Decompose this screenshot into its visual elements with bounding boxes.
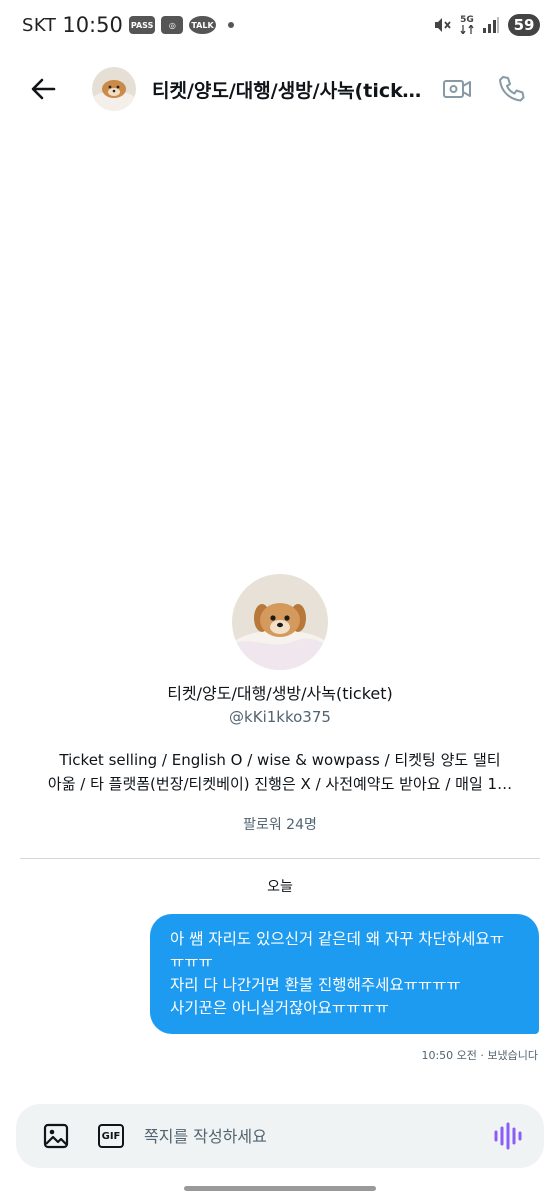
- network-icon: 5G: [460, 16, 474, 34]
- date-separator: 오늘: [267, 879, 293, 895]
- message-line: 사기꾼은 아니실거잖아요ㅠㅠㅠㅠ: [170, 999, 389, 1017]
- profile-avatar[interactable]: [232, 574, 328, 670]
- voice-message-button[interactable]: [492, 1121, 526, 1151]
- message-input[interactable]: [144, 1120, 474, 1152]
- profile-bio: Ticket selling / English O / wise & wowp…: [30, 748, 530, 796]
- header-avatar[interactable]: [92, 67, 136, 111]
- message-line: ㅠㅠㅠ: [170, 953, 213, 971]
- arrow-left-icon: [31, 78, 56, 100]
- carrier-label: SKT: [22, 14, 57, 36]
- phone-icon: [499, 76, 525, 102]
- notification-dot-icon: [227, 22, 234, 28]
- profile-name: 티켓/양도/대행/생방/사녹(ticket): [167, 684, 393, 703]
- add-image-button[interactable]: [42, 1122, 70, 1150]
- message-line: 아 쌤 자리도 있으신거 같은데 왜 자꾸 차단하세요ㅠ: [170, 930, 504, 948]
- conversation-title[interactable]: 티켓/양도/대행/생방/사녹(ticket): [152, 76, 430, 103]
- message-timestamp: 10:50 오전 · 보냈습니다: [421, 1049, 538, 1062]
- home-indicator[interactable]: [184, 1186, 376, 1191]
- status-time: 10:50: [62, 13, 123, 37]
- status-bar: SKT 10:50 PASS ◎ TALK 5G 59: [0, 0, 560, 50]
- status-left: SKT 10:50 PASS ◎ TALK: [22, 13, 234, 37]
- followers-count[interactable]: 팔로워 24명: [0, 814, 560, 834]
- status-right: 5G 59: [432, 14, 540, 36]
- profile-handle: @kKi1kko375: [229, 708, 331, 726]
- conversation-header: 티켓/양도/대행/생방/사녹(ticket): [0, 58, 560, 120]
- sent-message-bubble[interactable]: 아 쌤 자리도 있으신거 같은데 왜 자꾸 차단하세요ㅠ ㅠㅠㅠ 자리 다 나간…: [150, 914, 539, 1034]
- mute-icon: [435, 18, 451, 32]
- voice-wave-icon: [494, 1122, 522, 1150]
- message-line: 자리 다 나간거면 환불 진행해주세요ㅠㅠㅠㅠ: [170, 976, 461, 994]
- message-composer: GIF: [16, 1104, 544, 1168]
- video-call-button[interactable]: [440, 72, 474, 106]
- profile-bio-line: 아옮 / 타 플랫폼(번장/티켓베이) 진행은 X / 사전예약도 받아요 / …: [47, 775, 513, 793]
- image-icon: [43, 1123, 69, 1149]
- screenshot-icon: ◎: [161, 16, 184, 34]
- divider: [20, 858, 540, 859]
- gif-button[interactable]: GIF: [98, 1124, 124, 1148]
- signal-icon: [483, 17, 499, 33]
- battery-icon: 59: [508, 14, 540, 36]
- back-button[interactable]: [26, 72, 60, 106]
- profile-bio-line: Ticket selling / English O / wise & wowp…: [59, 751, 501, 769]
- video-camera-icon: [443, 80, 471, 98]
- profile-card[interactable]: 티켓/양도/대행/생방/사녹(ticket) @kKi1kko375 Ticke…: [0, 574, 560, 834]
- pass-app-icon: PASS: [128, 16, 156, 34]
- voice-call-button[interactable]: [494, 72, 528, 106]
- network-label: 5G: [460, 15, 474, 25]
- talk-app-icon: TALK: [189, 16, 216, 34]
